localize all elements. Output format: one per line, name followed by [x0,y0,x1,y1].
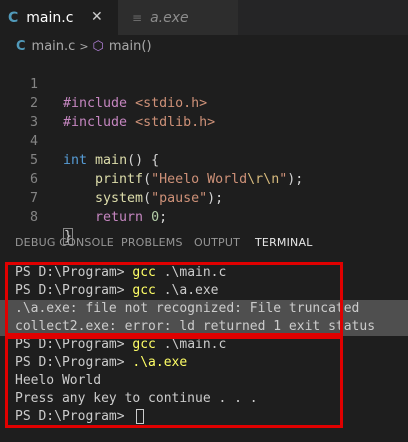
tab-terminal[interactable]: TERMINAL [255,236,313,249]
code-line: 7 return 0; [0,170,408,225]
annotation-box [5,336,343,428]
annotation-box [5,262,343,336]
code-line: 1 #include <stdio.h> [0,56,408,111]
control-keyword: return [95,210,144,225]
c-file-icon: C [8,9,19,26]
tab-output[interactable]: OUTPUT [194,236,240,249]
tab-problems[interactable]: PROBLEMS [121,236,183,249]
breadcrumb: C main.c > ⬡ main() [16,36,152,56]
tab-label: main.c [26,9,74,26]
panel-tab-bar: DEBUG CONSOLE PROBLEMS OUTPUT TERMINAL [0,236,408,260]
editor-tab-bar: C main.c ✕ ≡ a.exe [0,0,408,35]
code-punctuation: ; [159,210,168,225]
code-line: 3 [0,94,408,130]
code-line: 4 int main() { [0,113,408,168]
c-file-icon: C [16,38,26,54]
code-line: 6 system("pause"); [0,151,408,206]
breadcrumb-file[interactable]: main.c [32,39,76,54]
breadcrumb-symbol[interactable]: main() [109,39,152,54]
tab-debug-console[interactable]: DEBUG CONSOLE [15,236,114,249]
code-editor[interactable]: 1 #include <stdio.h> 2 #include <stdlib.… [0,56,408,245]
close-icon[interactable]: ✕ [91,9,103,25]
terminal-panel[interactable]: PS D:\Program> gcc .\main.c PS D:\Progra… [0,262,408,442]
tab-main-c[interactable]: C main.c ✕ [0,0,118,35]
binary-file-icon: ≡ [132,10,143,25]
number-literal: 0 [151,210,160,225]
tab-a-exe[interactable]: ≡ a.exe [118,0,238,35]
code-line: 5 printf("Heelo World\r\n"); [0,132,408,187]
symbol-method-icon: ⬡ [92,38,104,54]
code-line: 8 } [0,189,408,245]
code-line: 2 #include <stdlib.h> [0,75,408,130]
line-number: 8 [29,210,38,225]
tab-label: a.exe [150,9,189,26]
breadcrumb-separator: > [79,39,89,53]
